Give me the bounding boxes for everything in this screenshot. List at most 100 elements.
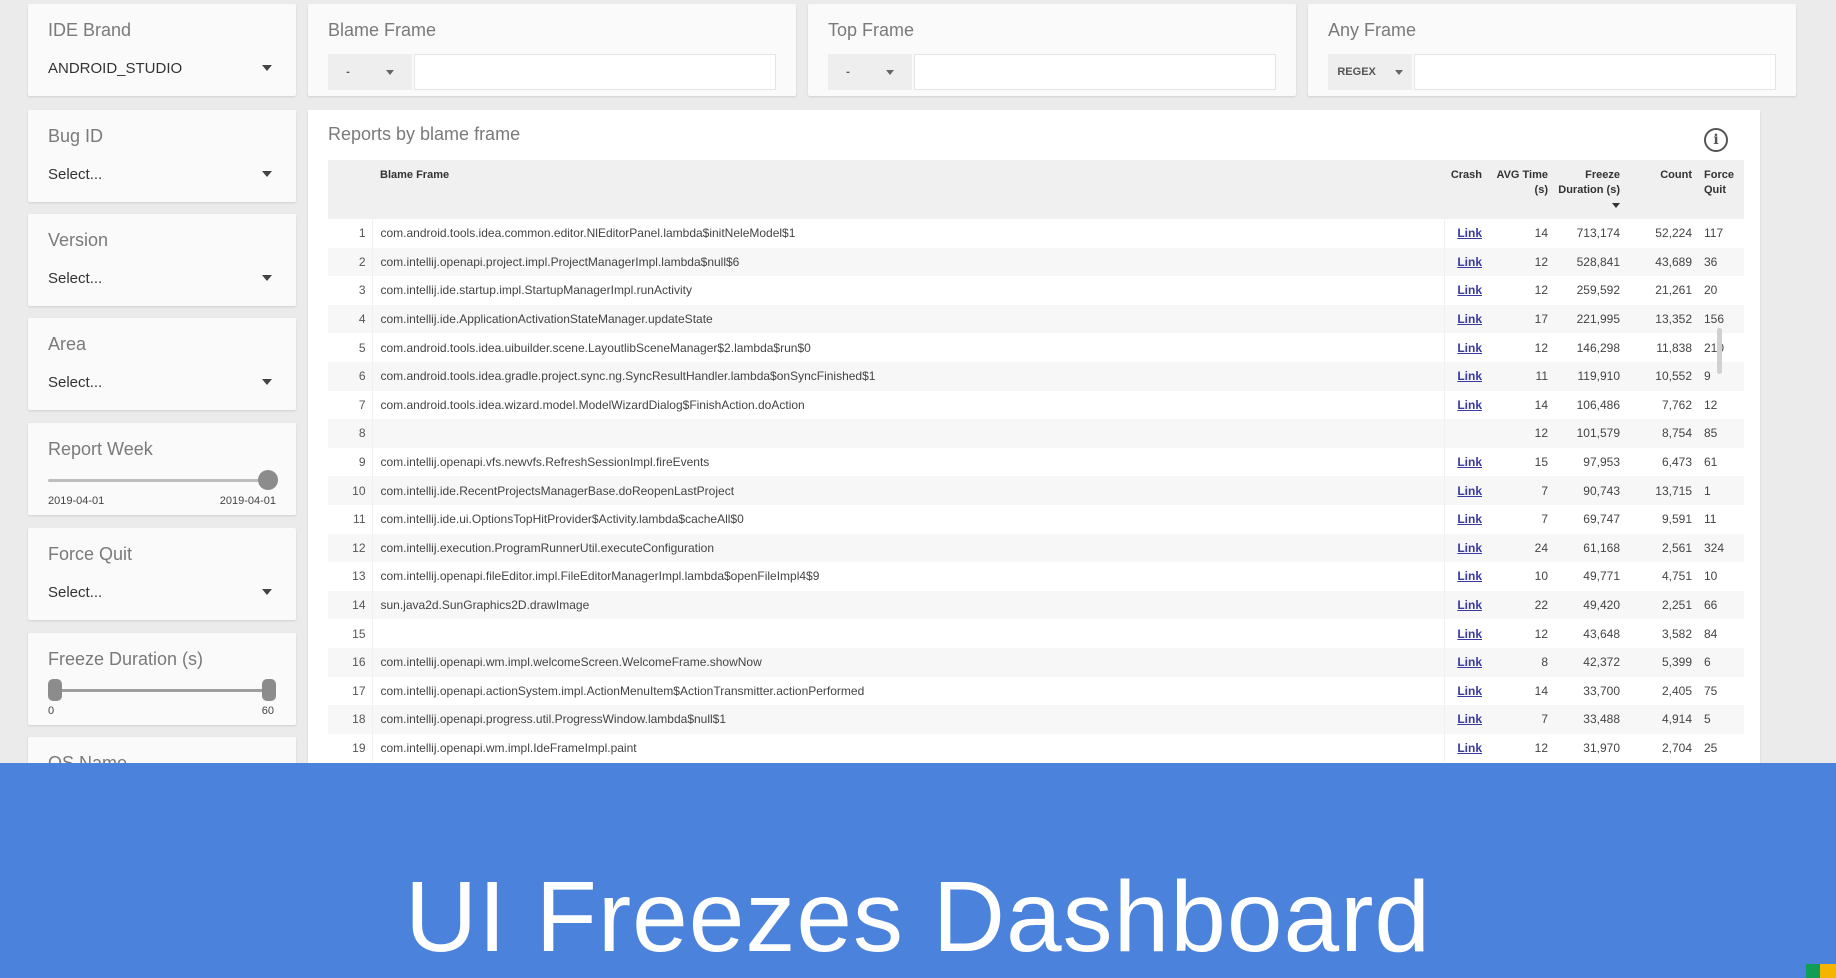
- crash-link[interactable]: Link: [1457, 541, 1482, 555]
- row-freeze-duration: 713,174: [1576, 226, 1620, 241]
- crash-link[interactable]: Link: [1457, 512, 1482, 526]
- version-value: Select...: [48, 269, 103, 287]
- reports-table: Blame Frame Crash AVG Time (s) Freeze Du…: [328, 160, 1744, 763]
- table-row: 14 sun.java2d.SunGraphics2D.drawImage Link…: [328, 590, 1744, 620]
- crash-link[interactable]: Link: [1457, 369, 1482, 383]
- row-count: 2,704: [1661, 740, 1692, 755]
- column-header-crash[interactable]: Crash: [1444, 160, 1488, 219]
- row-avg-time: 7: [1541, 512, 1548, 527]
- row-freeze-duration: 90,743: [1583, 483, 1620, 498]
- row-crash: Link: [1443, 361, 1488, 391]
- row-avg-time: 8: [1541, 655, 1548, 670]
- crash-link[interactable]: Link: [1457, 569, 1482, 583]
- area-value: Select...: [48, 373, 103, 391]
- row-index: 17: [352, 683, 366, 698]
- blame-frame-filter: Blame Frame -: [308, 4, 796, 96]
- top-frame-input[interactable]: [914, 54, 1276, 90]
- row-freeze-duration: 221,995: [1576, 312, 1620, 327]
- row-count: 13,715: [1655, 483, 1692, 498]
- crash-link[interactable]: Link: [1457, 255, 1482, 269]
- crash-link[interactable]: Link: [1457, 398, 1482, 412]
- blame-frame-input[interactable]: [414, 54, 776, 90]
- any-frame-mode-select[interactable]: REGEX: [1328, 54, 1412, 90]
- chevron-down-icon: [885, 69, 894, 75]
- crash-link[interactable]: Link: [1457, 341, 1482, 355]
- row-freeze-duration: 106,486: [1576, 397, 1620, 412]
- any-frame-label: Any Frame: [1328, 20, 1417, 40]
- corner-logo: [1806, 958, 1836, 978]
- table-row: 19 com.intellij.openapi.wm.impl.IdeFrameI…: [328, 733, 1744, 763]
- row-crash: Link: [1443, 733, 1488, 763]
- force-quit-dropdown[interactable]: Select...: [48, 578, 272, 606]
- row-blame-frame: com.android.tools.idea.gradle.project.sy…: [371, 361, 1444, 391]
- table-scrollbar[interactable]: [1717, 328, 1722, 374]
- bug-id-dropdown[interactable]: Select...: [48, 160, 272, 188]
- area-label: Area: [48, 334, 87, 354]
- crash-link[interactable]: Link: [1457, 741, 1482, 755]
- freeze-duration-min-handle[interactable]: [48, 679, 62, 701]
- banner-title: UI Freezes Dashboard: [404, 861, 1431, 973]
- row-crash: Link: [1443, 676, 1488, 706]
- row-freeze-duration: 31,970: [1583, 740, 1620, 755]
- row-crash: Link: [1443, 562, 1488, 591]
- report-week-min-label: 2019-04-01: [48, 495, 105, 507]
- column-header-freeze-duration[interactable]: Freeze Duration (s): [1554, 160, 1626, 219]
- crash-link[interactable]: Link: [1457, 312, 1482, 326]
- crash-link[interactable]: Link: [1457, 712, 1482, 726]
- crash-link[interactable]: Link: [1457, 627, 1482, 641]
- column-header-blame-frame[interactable]: Blame Frame: [372, 160, 1444, 219]
- row-index: 10: [352, 483, 366, 498]
- row-crash: Link: [1443, 533, 1488, 563]
- chevron-down-icon: [262, 589, 272, 595]
- freeze-duration-max-label: 60: [261, 705, 274, 717]
- ide-brand-dropdown[interactable]: ANDROID_STUDIO: [48, 54, 272, 82]
- table-row: 1 com.android.tools.idea.common.editor.Nl…: [328, 219, 1744, 248]
- table-row: 5 com.android.tools.idea.uibuilder.scene.…: [328, 333, 1744, 362]
- version-dropdown[interactable]: Select...: [48, 264, 272, 292]
- crash-link[interactable]: Link: [1457, 684, 1482, 698]
- row-count: 4,751: [1661, 569, 1692, 584]
- report-week-filter: Report Week 2019-04-01 2019-04-01: [28, 423, 296, 515]
- crash-link[interactable]: Link: [1457, 655, 1482, 669]
- top-frame-mode-value: -: [846, 66, 850, 78]
- table-row: 17 com.intellij.openapi.actionSystem.impl…: [328, 676, 1744, 706]
- column-header-force-quit[interactable]: Force Quit: [1698, 160, 1744, 219]
- blame-frame-mode-select[interactable]: -: [328, 54, 412, 90]
- row-force-quit: 84: [1704, 626, 1718, 641]
- info-icon[interactable]: i: [1704, 128, 1728, 152]
- area-filter: Area Select...: [28, 318, 296, 410]
- freeze-duration-slider-track[interactable]: [48, 689, 270, 692]
- crash-link[interactable]: Link: [1457, 484, 1482, 498]
- row-count: 3,582: [1661, 626, 1692, 641]
- top-frame-mode-select[interactable]: -: [828, 54, 912, 90]
- crash-link[interactable]: Link: [1457, 598, 1482, 612]
- reports-table-card: Reports by blame frame i Blame Frame Cra…: [308, 110, 1760, 770]
- row-freeze-duration: 49,771: [1583, 569, 1620, 584]
- column-header-avg-time[interactable]: AVG Time (s): [1488, 160, 1554, 219]
- title-banner: UI Freezes Dashboard: [0, 763, 1836, 978]
- chevron-down-icon: [262, 379, 272, 385]
- report-week-slider-handle[interactable]: [258, 470, 278, 490]
- row-force-quit: 6: [1704, 655, 1711, 670]
- freeze-duration-max-handle[interactable]: [262, 679, 276, 701]
- row-freeze-duration: 69,747: [1583, 512, 1620, 527]
- report-week-slider-track[interactable]: [48, 479, 268, 482]
- crash-link[interactable]: Link: [1457, 455, 1482, 469]
- row-index: 9: [358, 455, 366, 470]
- table-row: 8 12 101,579 8,754 85: [328, 419, 1744, 448]
- row-blame-frame: com.android.tools.idea.wizard.model.Mode…: [371, 390, 1444, 420]
- row-freeze-duration: 43,648: [1583, 626, 1620, 641]
- row-count: 6,473: [1661, 455, 1692, 470]
- area-dropdown[interactable]: Select...: [48, 368, 272, 396]
- row-crash: Link: [1443, 247, 1488, 277]
- crash-link[interactable]: Link: [1457, 226, 1482, 240]
- table-title: Reports by blame frame: [328, 124, 521, 144]
- row-crash: Link: [1443, 476, 1488, 505]
- table-row: 15 Link 12 43,648 3,582 84: [328, 619, 1744, 648]
- any-frame-input[interactable]: [1414, 54, 1776, 90]
- column-header-count[interactable]: Count: [1626, 160, 1698, 219]
- row-crash: Link: [1443, 647, 1488, 677]
- row-blame-frame: com.android.tools.idea.uibuilder.scene.L…: [371, 333, 1444, 362]
- row-count: 9,591: [1661, 512, 1692, 527]
- crash-link[interactable]: Link: [1457, 283, 1482, 297]
